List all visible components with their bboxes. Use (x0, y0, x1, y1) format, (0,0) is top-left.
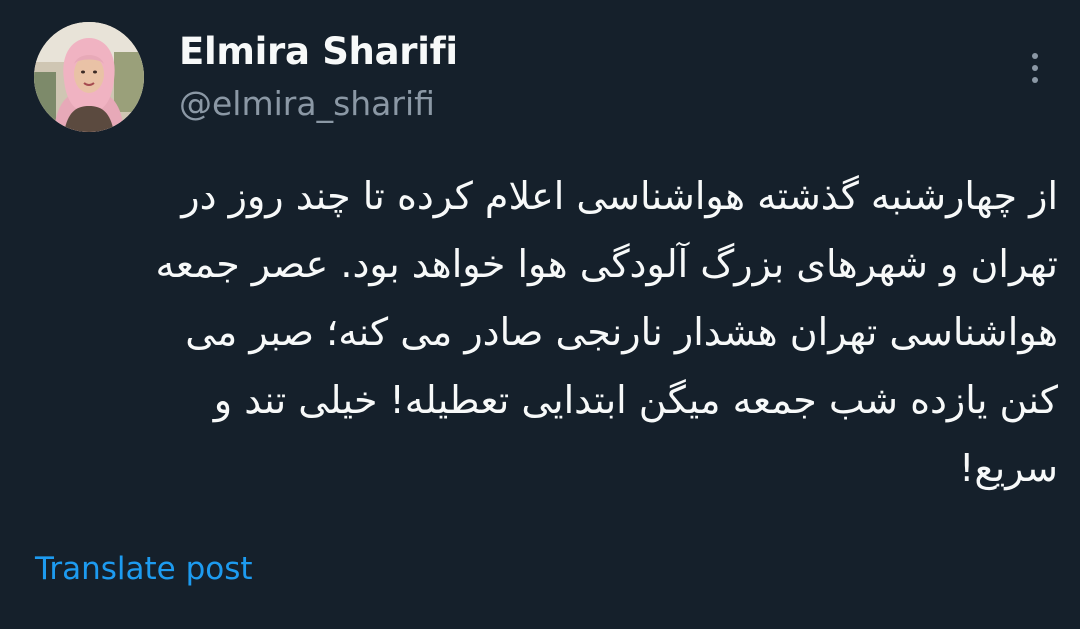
post-header: Elmira Sharifi @elmira_sharifi (34, 22, 1054, 132)
more-vertical-icon-dot (1032, 77, 1038, 83)
avatar-photo (34, 22, 144, 132)
author-handle[interactable]: @elmira_sharifi (179, 80, 458, 128)
post-card: Elmira Sharifi @elmira_sharifi از چهارشن… (0, 0, 1080, 629)
author-names: Elmira Sharifi @elmira_sharifi (179, 28, 458, 128)
more-options-button[interactable] (1020, 48, 1050, 88)
author-display-name[interactable]: Elmira Sharifi (179, 28, 458, 76)
translate-post-link[interactable]: Translate post (35, 546, 253, 592)
post-text: از چهارشنبه گذشته هواشناسی اعلام کرده تا… (155, 174, 1058, 490)
more-vertical-icon (1032, 53, 1038, 59)
more-vertical-icon-dot (1032, 65, 1038, 71)
avatar[interactable] (34, 22, 144, 132)
